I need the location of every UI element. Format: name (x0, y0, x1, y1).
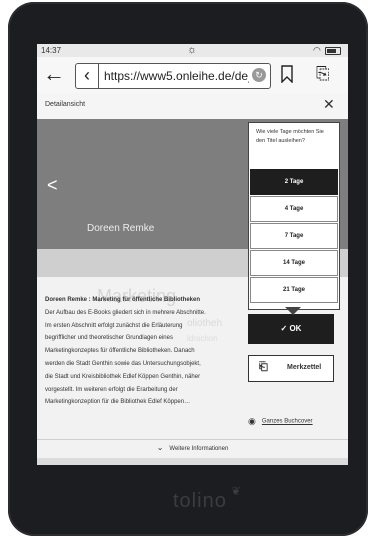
clock: 14:37 (41, 46, 62, 55)
book-description: Doreen Remke : Marketing für öffentliche… (45, 294, 245, 409)
more-info-button[interactable]: ⌄ Weitere Informationen (37, 443, 348, 452)
wifi-icon: ◠ (313, 45, 321, 55)
description-line: begrifflicher und theoretischer Grundlag… (45, 335, 173, 342)
arrow-left-icon[interactable]: ← (43, 63, 67, 87)
more-info-label: Weitere Informationen (169, 446, 229, 452)
cover-link[interactable]: ◉ Ganzes Buchcover (248, 416, 313, 427)
hero-author: Doreen Remke (87, 223, 155, 234)
chevron-left-icon[interactable]: ‹ (76, 64, 99, 88)
loan-option[interactable]: 4 Tage (250, 196, 338, 222)
chevron-left-icon[interactable]: < (47, 175, 58, 196)
url-bar[interactable]: ‹ https://www5.onleihe.de/de_t ↻ (75, 63, 271, 89)
bookmark-plus-icon: ⎗ (259, 361, 268, 373)
loan-question: Wie viele Tage möchten Sie den Titel aus… (256, 129, 324, 144)
reload-icon[interactable]: ↻ (252, 68, 266, 82)
eye-icon: ◉ (248, 416, 256, 426)
page-title: Detailansicht (45, 101, 86, 108)
url-text[interactable]: https://www5.onleihe.de/de_t (104, 69, 249, 83)
description-line: Der Aufbau des E-Books gliedert sich in … (45, 309, 206, 316)
status-bar: 14:37 ☼ ◠ (37, 44, 348, 57)
loan-option[interactable]: 2 Tage (250, 169, 338, 195)
brand-mark-icon: ❦ (231, 484, 242, 498)
loan-option[interactable]: 14 Tage (250, 250, 338, 276)
merkzettel-button[interactable]: ⎗ Merkzettel (248, 355, 334, 382)
brand-logo: tolino (173, 490, 227, 512)
description-line: werden die Stadt Genthin sowie das Unter… (45, 360, 201, 367)
popup-pointer (285, 307, 301, 315)
cover-label[interactable]: Ganzes Buchcover (262, 419, 313, 425)
close-icon[interactable]: ✕ (323, 96, 335, 113)
description-line: Im ersten Abschnitt erfolgt zunächst die… (45, 322, 183, 329)
description-heading: Doreen Remke : Marketing für öffentliche… (45, 297, 201, 303)
battery-icon (325, 47, 341, 55)
share-icon[interactable]: ⎘ (316, 64, 336, 84)
detail-header: Detailansicht ✕ (37, 93, 348, 119)
description-line: die Stadt und Kreisbibliothek Edlef Köpp… (45, 373, 201, 380)
ok-button[interactable]: ✓ OK (248, 314, 334, 344)
loan-option[interactable]: 21 Tage (250, 277, 338, 303)
description-line: Marketingkonzeptes für öffentliche Bibli… (45, 348, 195, 355)
loan-duration-popup: Wie viele Tage möchten Sie den Titel aus… (248, 122, 340, 310)
chevron-down-icon: ⌄ (156, 443, 164, 452)
screen: 14:37 ☼ ◠ ← ‹ https://www5.onleihe.de/de… (37, 44, 348, 465)
merkzettel-label: Merkzettel (287, 364, 322, 371)
browser-toolbar: ← ‹ https://www5.onleihe.de/de_t ↻ ⎘ (37, 57, 348, 94)
sun-icon[interactable]: ☼ (187, 44, 197, 56)
bottom-strip (37, 458, 348, 465)
divider (37, 439, 348, 440)
bookmark-icon[interactable] (281, 65, 293, 83)
loan-option[interactable]: 7 Tage (250, 223, 338, 249)
description-line: vorgestellt. Im weiteren erfolgt die Era… (45, 386, 178, 393)
description-line: Marketingkonzeption für die Bibliothek E… (45, 399, 191, 406)
